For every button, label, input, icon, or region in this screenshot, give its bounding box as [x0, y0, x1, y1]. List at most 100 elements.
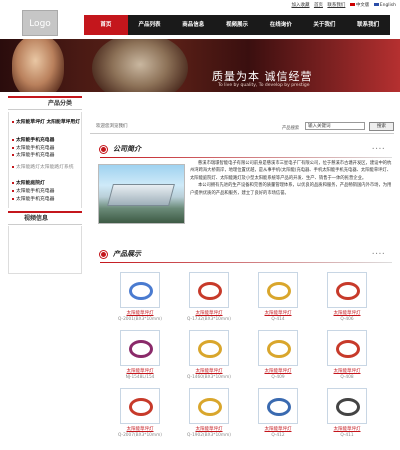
company-paragraph: 本公司拥有先进的生产设备和完善的质量管理体系，以优良的品质和服务，产品畅销国内外… — [190, 183, 392, 196]
bullet-icon — [12, 146, 14, 149]
search-input[interactable]: 输入关键词 — [305, 122, 365, 130]
collar-image — [129, 398, 153, 416]
lang-en-link[interactable]: English — [373, 3, 396, 8]
nav-item[interactable]: 在线询价 — [259, 15, 303, 35]
product-image[interactable] — [258, 388, 298, 424]
nav-item[interactable]: 首页 — [84, 15, 128, 35]
banner-model-image — [12, 39, 64, 92]
category-label: 太阳能手机充电器 — [16, 197, 55, 202]
category-label: 太阳能手机充电器 — [16, 189, 55, 194]
product-card[interactable]: 太阳能草坪灯 Q-414 — [245, 272, 311, 322]
bullet-icon — [12, 197, 14, 200]
product-name[interactable]: 太阳能草坪灯 — [314, 426, 380, 432]
search-button[interactable]: 搜索 — [369, 122, 394, 131]
collar-image — [267, 398, 291, 416]
section-underline — [100, 157, 392, 158]
category-label: 太阳能手机充电器 — [16, 138, 55, 143]
contact-link[interactable]: 联系我们 — [327, 3, 345, 8]
video-header[interactable]: 视频信息 — [8, 211, 82, 225]
product-image[interactable] — [120, 330, 160, 366]
collar-image — [336, 398, 360, 416]
category-item[interactable]: 太阳能路灯太阳能路灯系统 — [12, 165, 82, 171]
banner-subtitle: To live by quality, To develop by presti… — [218, 83, 310, 88]
product-card[interactable]: 太阳能草坪灯 Q-2001(BX3*10mm) — [107, 272, 173, 322]
category-label: 太阳能路灯太阳能路灯系统 — [16, 165, 74, 170]
lang-cn-link[interactable]: 中文版 — [349, 3, 369, 8]
product-model: Q-2001(BX3*10mm) — [118, 317, 162, 322]
product-model: Q-406 — [340, 317, 354, 322]
product-model: Q-411 — [340, 433, 354, 438]
category-label: 太阳能草坪灯 太阳能草坪用灯 — [16, 120, 81, 125]
category-item[interactable]: 太阳能手机充电器 — [12, 153, 82, 159]
nav-item[interactable]: 联系我们 — [346, 15, 390, 35]
bullet-icon — [12, 181, 14, 184]
product-name[interactable]: 太阳能草坪灯 — [107, 426, 173, 432]
category-item[interactable]: 太阳能手机充电器 — [12, 138, 82, 144]
more-dots-icon[interactable]: •••• — [372, 146, 385, 151]
nav-item[interactable]: 关于我们 — [303, 15, 347, 35]
product-image[interactable] — [189, 388, 229, 424]
product-card[interactable]: 太阳能草坪灯 Q-412 — [245, 388, 311, 438]
collar-image — [129, 282, 153, 300]
product-card[interactable]: 太阳能草坪灯 Q-406 — [314, 272, 380, 322]
product-name[interactable]: 太阳能草坪灯 — [107, 310, 173, 316]
product-name[interactable]: 太阳能草坪灯 — [176, 310, 242, 316]
section-underline — [100, 262, 392, 263]
nav-item[interactable]: 视频展示 — [215, 15, 259, 35]
collar-image — [336, 340, 360, 358]
collar-image — [198, 282, 222, 300]
bullet-icon — [12, 189, 14, 192]
product-card[interactable]: 太阳能草坪灯 Q-2007(BX3*10mm) — [107, 388, 173, 438]
product-name[interactable]: 太阳能草坪灯 — [314, 368, 380, 374]
divider — [90, 133, 394, 134]
product-card[interactable]: 太阳能草坪灯 NJ-1548L/154 — [107, 330, 173, 380]
product-image[interactable] — [258, 330, 298, 366]
product-image[interactable] — [189, 272, 229, 308]
product-image[interactable] — [120, 388, 160, 424]
video-panel — [8, 226, 82, 274]
product-image[interactable] — [258, 272, 298, 308]
product-card[interactable]: 太阳能草坪灯 Q-408 — [314, 330, 380, 380]
category-item[interactable]: 太阳能手机充电器 — [12, 146, 82, 152]
product-card[interactable]: 太阳能草坪灯 Q-1460(BX3*10mm) — [176, 330, 242, 380]
product-name[interactable]: 太阳能草坪灯 — [314, 310, 380, 316]
category-label: 太阳能庭院灯 — [16, 181, 45, 186]
site-logo[interactable]: Logo — [22, 10, 58, 36]
category-item[interactable]: 太阳能庭院灯 — [12, 181, 82, 187]
product-name[interactable]: 太阳能草坪灯 — [245, 426, 311, 432]
category-item[interactable]: 太阳能草坪灯 太阳能草坪用灯 — [12, 120, 82, 126]
collar-image — [267, 282, 291, 300]
flag-cn-icon — [349, 3, 355, 6]
product-model: Q-1460(BX3*10mm) — [187, 375, 231, 380]
add-favorite-link[interactable]: 加入收藏 — [292, 3, 310, 8]
product-name[interactable]: 太阳能草坪灯 — [245, 368, 311, 374]
product-image[interactable] — [120, 272, 160, 308]
category-label: 太阳能手机充电器 — [16, 146, 55, 151]
product-name[interactable]: 太阳能草坪灯 — [245, 310, 311, 316]
category-item[interactable]: 太阳能手机充电器 — [12, 197, 82, 203]
product-card[interactable]: 太阳能草坪灯 Q-409 — [245, 330, 311, 380]
products-section-title: 产品展示 — [113, 250, 141, 258]
top-links: 加入收藏 首页 联系我们 中文版 English — [289, 2, 396, 8]
nav-item[interactable]: 商品信息 — [171, 15, 215, 35]
product-name[interactable]: 太阳能草坪灯 — [176, 426, 242, 432]
product-card[interactable]: 太阳能草坪灯 Q-1732(BX3*10mm) — [176, 272, 242, 322]
nav-item[interactable]: 产品列表 — [128, 15, 172, 35]
collar-image — [198, 340, 222, 358]
company-section-title: 公司简介 — [113, 145, 141, 153]
bullet-icon — [12, 153, 14, 156]
section-bullet-icon — [100, 251, 107, 258]
product-name[interactable]: 太阳能草坪灯 — [176, 368, 242, 374]
product-name[interactable]: 太阳能草坪灯 — [107, 368, 173, 374]
more-dots-icon[interactable]: •••• — [372, 251, 385, 256]
product-image[interactable] — [327, 330, 367, 366]
product-image[interactable] — [189, 330, 229, 366]
product-image[interactable] — [327, 272, 367, 308]
home-link[interactable]: 首页 — [314, 3, 323, 8]
category-item[interactable]: 太阳能手机充电器 — [12, 189, 82, 195]
product-image[interactable] — [327, 388, 367, 424]
company-description: 慈溪市瑞璟智能电子有限公司前身是慈溪市三星电子厂有限公司，位于慈溪市古塘开发区，… — [190, 160, 394, 197]
category-label: 太阳能手机充电器 — [16, 153, 55, 158]
product-card[interactable]: 太阳能草坪灯 Q-1902(BX3*10mm) — [176, 388, 242, 438]
product-card[interactable]: 太阳能草坪灯 Q-411 — [314, 388, 380, 438]
